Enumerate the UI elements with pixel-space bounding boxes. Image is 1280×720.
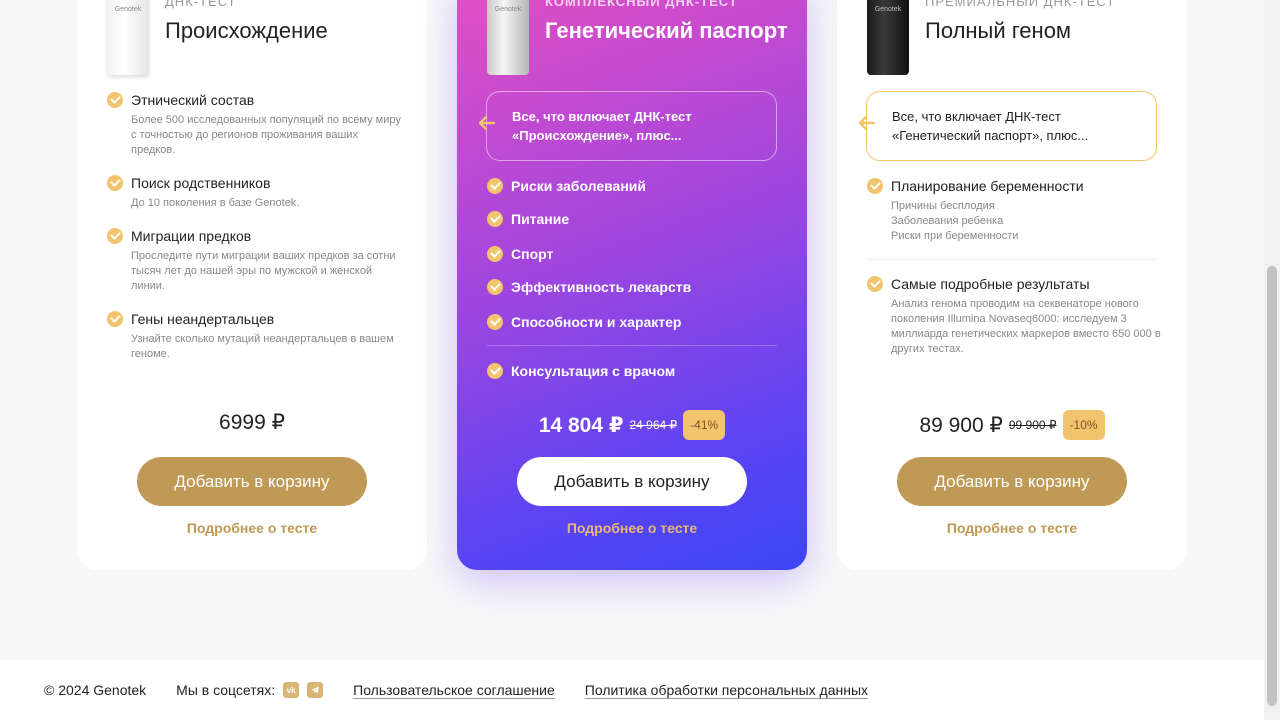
add-to-cart-button[interactable]: Добавить в корзину (517, 457, 747, 506)
feature-title: Самые подробные результаты (891, 276, 1090, 292)
feature-item: Гены неандертальцев Узнайте сколько мута… (107, 310, 407, 362)
card-title: Генетический паспорт (545, 18, 788, 43)
feature-item: Планирование беременности Причины беспло… (867, 177, 1167, 244)
card-title: Происхождение (165, 18, 328, 43)
product-box-image: Genotek (107, 0, 149, 75)
privacy-policy-link[interactable]: Политика обработки персональных данных (584, 682, 869, 699)
product-logo: Genotek (874, 6, 902, 13)
product-card-genetic-passport: Genotek КОМПЛЕКСНЫЙ ДНК-ТЕСТ Генетически… (457, 0, 807, 570)
more-about-test-link[interactable]: Подробнее о тесте (457, 520, 807, 536)
feature-item: Спорт (487, 245, 787, 263)
check-icon (487, 178, 503, 194)
old-price: 99 900 ₽ (1008, 418, 1057, 432)
feature-title: Поиск родственников (131, 175, 271, 191)
price: 6999 ₽ (219, 411, 285, 434)
check-icon (487, 363, 503, 379)
copyright: © 2024 Genotek (44, 682, 147, 698)
check-icon (107, 92, 123, 108)
feature-item: Риски заболеваний (487, 177, 787, 195)
feature-title: Этнический состав (131, 92, 255, 108)
more-about-test-link[interactable]: Подробнее о тесте (837, 520, 1187, 536)
feature-title: Планирование беременности (891, 178, 1084, 194)
card-subtitle: ДНК-ТЕСТ (165, 0, 237, 9)
feature-description: До 10 поколения в базе Genotek. (131, 197, 300, 209)
check-icon (867, 178, 883, 194)
old-price: 24 964 ₽ (629, 418, 678, 432)
feature-item: Эффективность лекарств (487, 278, 787, 296)
check-icon (487, 211, 503, 227)
discount-badge: -41% (683, 410, 726, 440)
includes-box: Все, что включает ДНК-тест «Происхождени… (486, 91, 777, 161)
scrollbar[interactable] (1264, 0, 1280, 720)
product-box-image: Genotek (867, 0, 909, 75)
divider (867, 259, 1157, 260)
product-card-full-genome: Genotek ПРЕМИАЛЬНЫЙ ДНК-ТЕСТ Полный гено… (837, 0, 1187, 570)
feature-description: Узнайте сколько мутаций неандертальцев в… (131, 333, 394, 360)
add-to-cart-button[interactable]: Добавить в корзину (137, 457, 367, 506)
vk-icon[interactable]: vk (283, 682, 300, 698)
price: 14 804 ₽ (538, 413, 624, 437)
feature-item: Самые подробные результаты Анализ генома… (867, 275, 1167, 357)
arrow-left-icon (859, 116, 875, 130)
price: 89 900 ₽ (919, 413, 1003, 437)
feature-item: Этнический состав Более 500 исследованны… (107, 91, 407, 158)
social-label: Мы в соцсетях: (176, 682, 276, 698)
price-row: 6999 ₽ (77, 410, 427, 435)
product-logo: Genotek (114, 6, 142, 13)
scrollbar-thumb[interactable] (1267, 266, 1277, 706)
product-card-origin: Genotek ДНК-ТЕСТ Происхождение Этнически… (77, 0, 427, 570)
arrow-left-icon (479, 116, 495, 130)
telegram-icon[interactable] (307, 682, 324, 698)
product-cards-section: Genotek ДНК-ТЕСТ Происхождение Этнически… (0, 0, 1264, 720)
card-title: Полный геном (925, 18, 1072, 43)
product-box-image: Genotek (487, 0, 529, 75)
includes-text: Все, что включает ДНК-тест «Происхождени… (512, 109, 692, 143)
feature-description: Причины бесплодия Заболевания ребенка Ри… (891, 200, 1019, 242)
feature-title: Гены неандертальцев (131, 311, 275, 327)
check-icon (107, 311, 123, 327)
feature-title: Миграции предков (131, 228, 252, 244)
feature-item: Поиск родственников До 10 поколения в ба… (107, 174, 407, 211)
add-to-cart-button[interactable]: Добавить в корзину (897, 457, 1127, 506)
social-links: Мы в соцсетях: vk (176, 682, 324, 698)
feature-item: Миграции предков Проследите пути миграци… (107, 227, 407, 294)
card-subtitle: КОМПЛЕКСНЫЙ ДНК-ТЕСТ (545, 0, 738, 9)
check-icon (107, 228, 123, 244)
user-agreement-link[interactable]: Пользовательское соглашение (353, 682, 555, 699)
card-subtitle: ПРЕМИАЛЬНЫЙ ДНК-ТЕСТ (925, 0, 1116, 9)
price-row: 89 900 ₽ 99 900 ₽ -10% (837, 410, 1187, 440)
check-icon (487, 314, 503, 330)
feature-title: Риски заболеваний (511, 178, 647, 194)
check-icon (487, 279, 503, 295)
includes-text: Все, что включает ДНК-тест «Генетический… (892, 109, 1089, 143)
includes-box: Все, что включает ДНК-тест «Генетический… (866, 91, 1157, 161)
feature-description: Проследите пути миграции ваших предков з… (131, 250, 396, 292)
discount-badge: -10% (1062, 410, 1105, 440)
feature-title: Консультация с врачом (511, 363, 676, 379)
check-icon (107, 175, 123, 191)
feature-item: Способности и характер (487, 313, 787, 331)
price-row: 14 804 ₽ 24 964 ₽ -41% (457, 410, 807, 440)
feature-item: Консультация с врачом (487, 362, 787, 380)
check-icon (867, 276, 883, 292)
feature-title: Способности и характер (511, 314, 682, 330)
product-logo: Genotek (494, 6, 522, 13)
feature-description: Анализ генома проводим на секвенаторе но… (891, 298, 1161, 355)
feature-title: Спорт (511, 246, 554, 262)
feature-item: Питание (487, 210, 787, 228)
more-about-test-link[interactable]: Подробнее о тесте (77, 520, 427, 536)
check-icon (487, 246, 503, 262)
feature-title: Эффективность лекарств (511, 279, 692, 295)
footer: © 2024 Genotek Мы в соцсетях: vk Пользов… (0, 660, 1264, 720)
divider (487, 345, 777, 346)
feature-description: Более 500 исследованных популяций по все… (131, 114, 401, 156)
feature-title: Питание (511, 211, 570, 227)
